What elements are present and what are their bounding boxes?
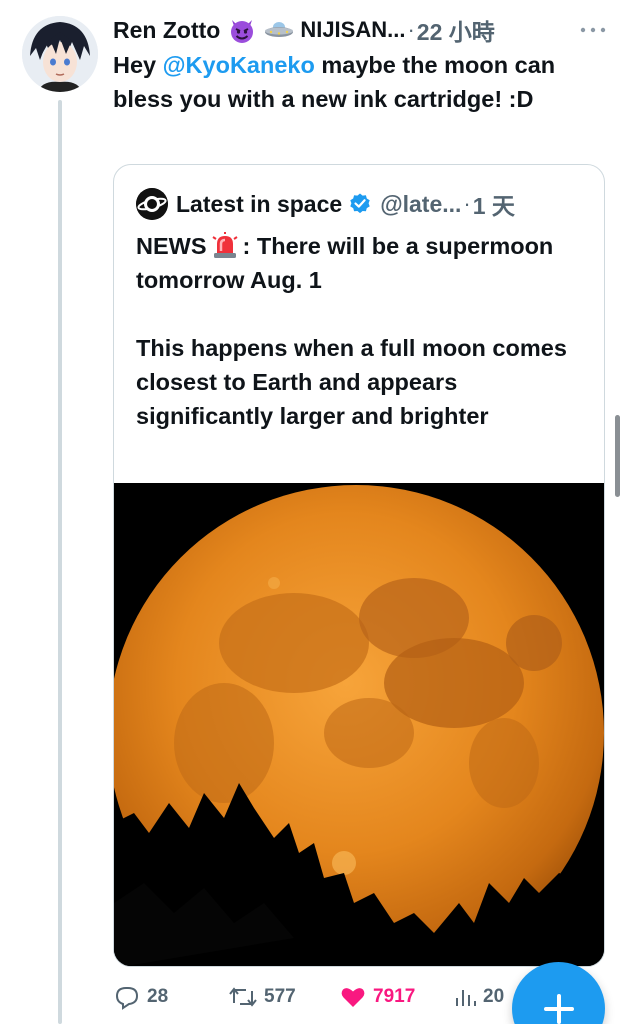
quote-separator-dot: · [463,191,471,216]
scrollbar[interactable] [615,415,620,497]
author-avatar[interactable] [22,16,98,92]
quote-avatar [136,188,168,220]
quote-timestamp[interactable]: 1 天 [473,187,515,221]
more-icon[interactable] [578,20,608,40]
devil-emoji-icon [231,20,254,43]
like-action[interactable]: 7917 [339,980,415,1014]
quote-text: NEWS : There will be a supermoon tomorro… [136,229,586,433]
ufo-emoji-icon [265,22,294,37]
separator-dot: · [407,17,415,42]
plus-icon [544,994,574,1024]
heart-icon [341,988,365,1007]
siren-emoji-icon [211,232,238,258]
reply-count: 28 [147,986,169,1007]
like-count: 7917 [373,986,416,1007]
reply-icon [115,987,139,1010]
moon-photo[interactable] [114,483,604,966]
reply-action[interactable]: 28 [113,980,168,1014]
action-bar: 28 577 7917 20 [113,980,513,1014]
tweet-text: Hey @KyoKaneko maybe the moon can bless … [113,48,593,116]
quote-handle[interactable]: @late... [380,191,461,218]
quote-header: Latest in space @late... · 1 天 [136,187,515,221]
retweet-action[interactable]: 577 [228,980,296,1014]
retweet-count: 577 [264,986,296,1007]
mention-link[interactable]: @KyoKaneko [163,52,315,78]
views-count: 20 [483,986,505,1007]
tweet-timestamp[interactable]: 22 小時 [417,13,495,47]
quote-tweet-card[interactable]: Latest in space @late... · 1 天 NEWS : Th… [113,164,605,967]
views-action[interactable]: 20 [453,980,504,1014]
tweet-text-before: Hey [113,52,163,78]
quote-text-news: NEWS [136,233,207,259]
author-name[interactable]: Ren Zotto [113,17,220,44]
retweet-icon [229,987,257,1007]
thread-line [58,100,62,1024]
quote-text-paragraph2: This happens when a full moon comes clos… [136,335,567,429]
verified-icon [350,193,370,214]
tweet-header: Ren Zotto NIJISAN... · 22 小時 [113,14,613,46]
quote-author-name[interactable]: Latest in space [176,191,342,218]
compose-button[interactable] [512,962,605,1024]
author-name-secondary[interactable]: NIJISAN... [300,17,405,43]
views-icon [456,990,476,1006]
